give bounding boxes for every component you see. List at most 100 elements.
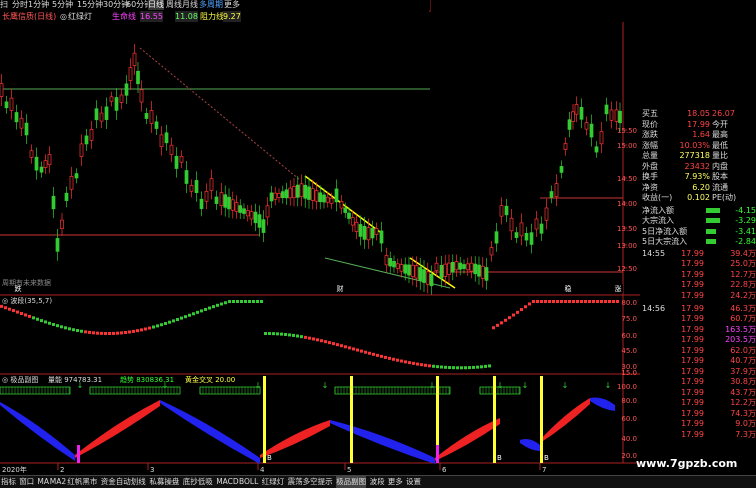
signal-bar xyxy=(493,376,496,463)
osc-point xyxy=(296,334,299,338)
osc-point xyxy=(548,300,551,303)
osc-point xyxy=(440,365,443,369)
period-tab-9[interactable]: 月线 xyxy=(182,0,198,10)
period-tab-8[interactable]: 周线 xyxy=(166,0,182,10)
indicator-tab-3[interactable]: MA2 xyxy=(50,476,66,488)
candle-body xyxy=(257,214,262,228)
tick-price: 17.99 xyxy=(681,280,704,289)
signal-bar xyxy=(263,376,266,463)
osc-point xyxy=(520,308,523,312)
candle-body xyxy=(261,219,266,233)
osc-point xyxy=(0,304,3,308)
ribbon-band xyxy=(435,418,500,461)
indicator-name[interactable]: 红绿灯 xyxy=(68,11,92,22)
indicator-tab-15[interactable]: 设置 xyxy=(406,476,421,488)
candle-body xyxy=(388,258,393,267)
ribbon-band xyxy=(160,400,260,464)
osc-point xyxy=(80,329,83,333)
indicator-tab-1[interactable]: 窗口 xyxy=(19,476,34,488)
watermark-text: www.7gpzb.com xyxy=(636,457,738,470)
osc-point xyxy=(448,366,451,370)
indicator-tab-11[interactable]: 震荡多空提示 xyxy=(288,476,333,488)
osc-point xyxy=(552,300,555,303)
osc-point xyxy=(328,341,331,345)
osc-point xyxy=(204,307,207,311)
osc-point xyxy=(432,364,435,368)
indicator-icon[interactable]: ◎ xyxy=(60,11,67,22)
tick-price: 17.99 xyxy=(681,303,704,313)
candle-body xyxy=(136,70,140,85)
candle-body xyxy=(109,96,114,102)
tick-volume: 12.2万 xyxy=(730,398,756,407)
stock-name[interactable]: 长鹰信质(日线) xyxy=(2,11,56,22)
flow-bar xyxy=(706,207,720,213)
osc-point xyxy=(236,300,239,303)
period-tab-1[interactable]: 分时 xyxy=(12,0,28,10)
candle-body xyxy=(194,180,199,193)
osc-point xyxy=(184,315,187,319)
candle-body xyxy=(407,264,411,276)
indicator-tab-0[interactable]: 指标 xyxy=(1,476,16,488)
indicator-tab-6[interactable]: 私募操盘 xyxy=(149,476,179,488)
osc-point xyxy=(608,300,611,303)
quote-value: 17.99 xyxy=(687,119,710,129)
indicator-tab-12[interactable]: 极品副图 xyxy=(336,476,367,488)
period-tab-4[interactable]: 15分钟 xyxy=(77,0,103,10)
indicator-tab-8[interactable]: MACD xyxy=(216,476,238,488)
candle-body xyxy=(310,188,315,201)
candle-body xyxy=(128,67,133,81)
indicator-tab-7[interactable]: 底抄低吸 xyxy=(183,476,213,488)
indicator-tab-10[interactable]: 红绿灯 xyxy=(262,476,285,488)
chart-canvas[interactable]: 15.5015.0014.5014.0013.5013.0012.50跌财稳涨周… xyxy=(0,0,640,475)
indicator-tab-bar: 指标 窗口 MA MA2 红帆黑市 资金自动划线 私募操盘 底抄低吸 MACD BOLL 红绿灯 震荡… xyxy=(0,475,756,488)
period-tab-3[interactable]: 5分钟 xyxy=(52,0,73,10)
osc-point xyxy=(344,345,347,349)
osc-point xyxy=(532,300,535,303)
indicator-tab-14[interactable]: 更多 xyxy=(388,476,403,488)
osc-point xyxy=(224,301,227,305)
period-tab-10[interactable]: 多周期 xyxy=(199,0,223,10)
osc-point xyxy=(72,328,75,332)
osc-point xyxy=(360,349,363,353)
candle-body xyxy=(454,261,459,271)
tick-price: 17.99 xyxy=(681,345,704,355)
osc-point xyxy=(568,300,571,303)
buy-label: B xyxy=(544,454,549,462)
y-tick-label: 13.00 xyxy=(617,242,637,250)
candle-body xyxy=(462,264,466,269)
candle-body xyxy=(139,89,144,103)
indicator-tab-5[interactable]: 资金自动划线 xyxy=(101,476,146,488)
indicator-tab-9[interactable]: BOLL xyxy=(239,476,258,488)
osc-point xyxy=(228,300,231,304)
quote-value: 7.93% xyxy=(684,172,710,181)
osc-point xyxy=(464,366,467,370)
osc-point xyxy=(52,322,55,326)
osc-point xyxy=(460,366,463,370)
candle-body xyxy=(299,183,304,198)
indicator-tab-4[interactable]: 红帆黑市 xyxy=(67,476,97,488)
period-tab-11[interactable]: 更多 xyxy=(224,0,240,10)
tick-volume: 7.3万 xyxy=(735,429,756,439)
indicator-tab-2[interactable]: MA xyxy=(37,476,49,488)
flow-bar xyxy=(706,218,720,223)
osc-point xyxy=(408,361,411,365)
candle-body xyxy=(94,108,99,121)
candle-body xyxy=(47,153,52,166)
candle-body xyxy=(579,107,584,120)
period-tab-7[interactable]: 日线 xyxy=(148,0,164,10)
candle-body xyxy=(265,205,270,218)
candle-body xyxy=(234,202,239,212)
candle-body xyxy=(322,194,326,203)
month-label: 6 xyxy=(442,466,447,474)
period-tab-0[interactable]: 扫 xyxy=(0,0,8,10)
osc-point xyxy=(116,331,119,335)
indicator-tab-13[interactable]: 波段 xyxy=(370,476,385,488)
month-label: 2 xyxy=(60,466,64,474)
quote-label: 涨跌 xyxy=(642,130,658,139)
osc-point xyxy=(136,329,139,333)
ribbon-band xyxy=(590,397,615,411)
period-tab-2[interactable]: 1分钟 xyxy=(28,0,49,10)
osc-point xyxy=(400,359,403,363)
flow-label: 5日大宗流入 xyxy=(642,237,688,246)
osc-point xyxy=(588,300,591,303)
